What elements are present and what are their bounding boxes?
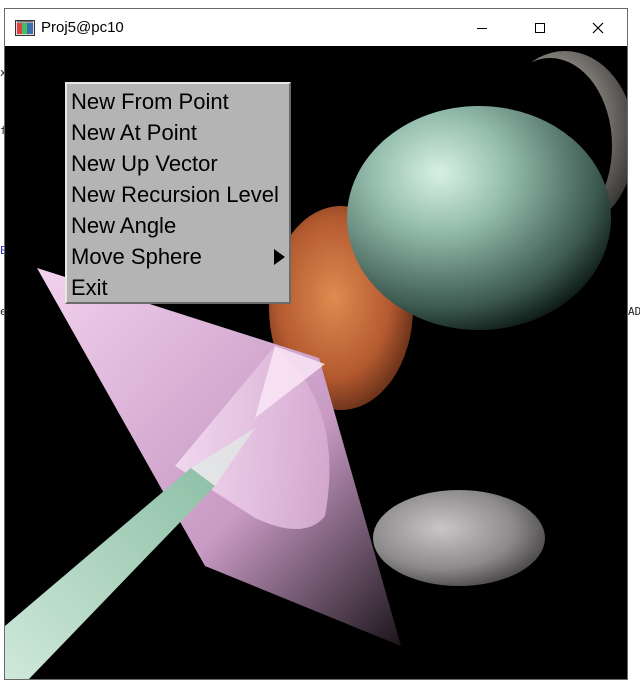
menu-item-new-from-point[interactable]: New From Point: [67, 86, 289, 117]
app-window: Proj5@pc10 New From Point New At Point N…: [4, 8, 628, 680]
menu-item-move-sphere[interactable]: Move Sphere: [67, 241, 289, 272]
menu-item-label: Move Sphere: [71, 244, 202, 269]
background-fragment: AD: [628, 305, 640, 318]
maximize-button[interactable]: [511, 9, 569, 46]
app-icon: [15, 19, 35, 36]
menu-item-label: New From Point: [71, 89, 229, 114]
context-menu: New From Point New At Point New Up Vecto…: [65, 82, 291, 304]
menu-item-new-angle[interactable]: New Angle: [67, 210, 289, 241]
window-title: Proj5@pc10: [41, 19, 124, 36]
menu-item-label: New At Point: [71, 120, 197, 145]
minimize-button[interactable]: [453, 9, 511, 46]
submenu-arrow-icon: [274, 249, 285, 265]
menu-item-new-at-point[interactable]: New At Point: [67, 117, 289, 148]
menu-item-label: New Up Vector: [71, 151, 218, 176]
menu-item-new-up-vector[interactable]: New Up Vector: [67, 148, 289, 179]
minimize-icon: [477, 27, 487, 29]
render-canvas[interactable]: New From Point New At Point New Up Vecto…: [5, 46, 627, 679]
maximize-icon: [535, 22, 545, 33]
close-icon: [592, 22, 604, 33]
menu-item-label: New Angle: [71, 213, 177, 238]
title-bar[interactable]: Proj5@pc10: [5, 9, 627, 46]
menu-item-exit[interactable]: Exit: [67, 272, 289, 303]
menu-item-label: Exit: [71, 275, 108, 300]
menu-item-new-recursion-level[interactable]: New Recursion Level: [67, 179, 289, 210]
menu-item-label: New Recursion Level: [71, 182, 279, 207]
close-button[interactable]: [569, 9, 627, 46]
